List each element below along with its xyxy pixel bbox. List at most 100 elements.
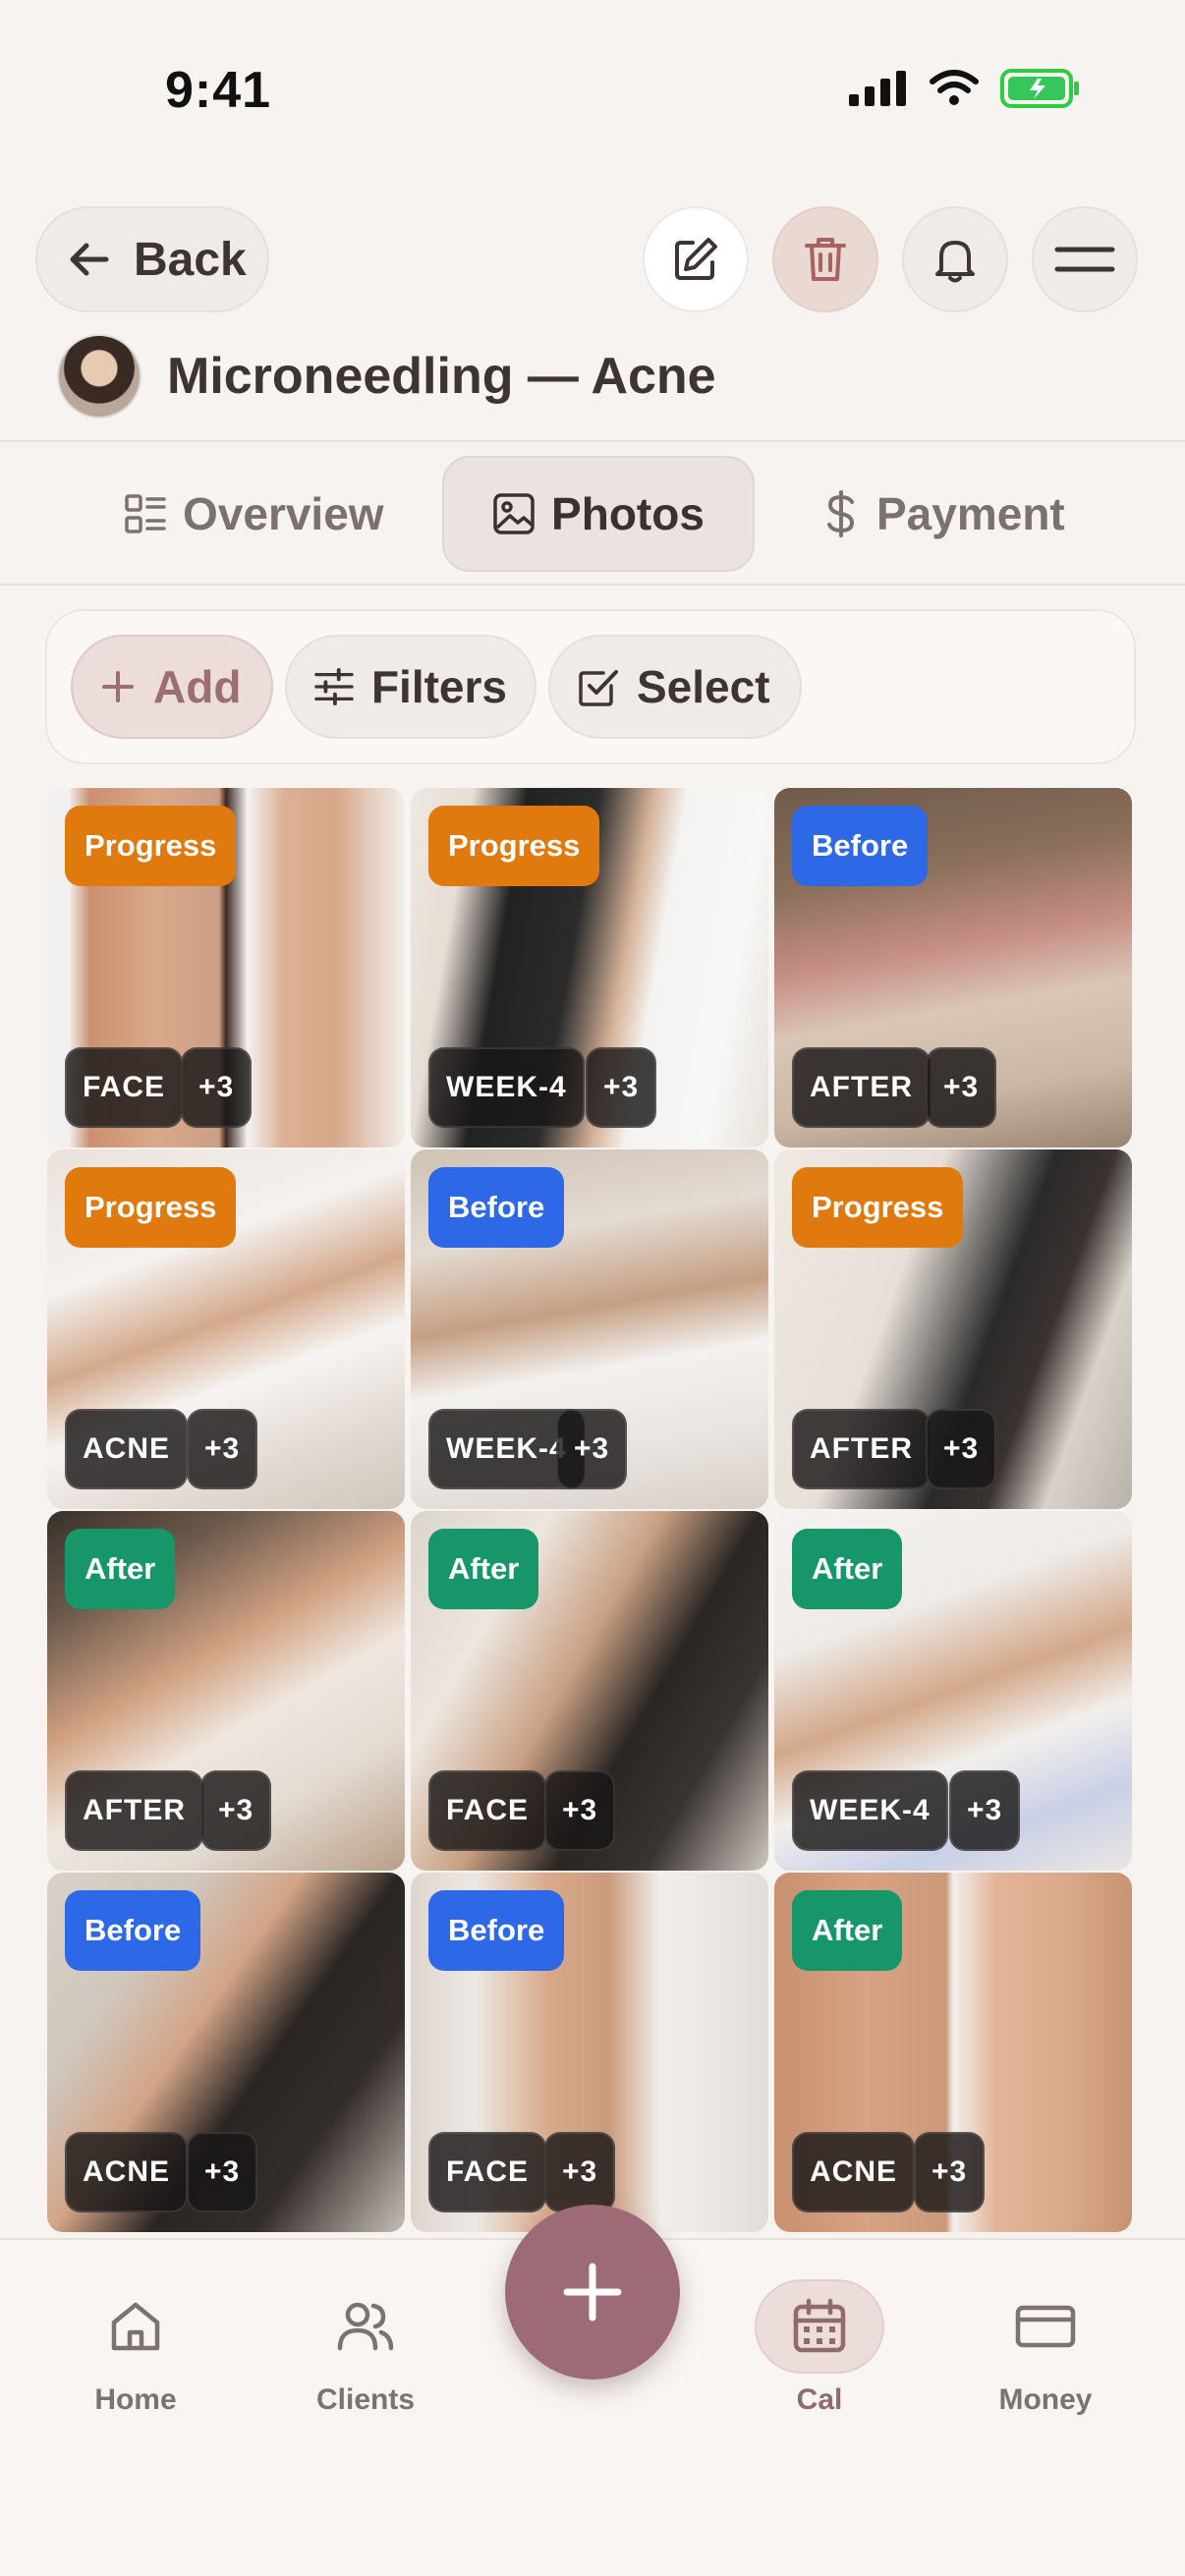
status-badge: Progress — [428, 806, 600, 886]
page-title: Microneedling — Acne — [167, 348, 716, 405]
filters-label: Filters — [370, 661, 507, 712]
photo-more-count: +3 — [926, 1409, 997, 1489]
filters-button[interactable]: Filters — [285, 635, 536, 739]
photo-tag: FACE — [428, 1770, 547, 1851]
photo-tile[interactable]: After FACE +3 — [411, 1511, 768, 1871]
photo-tile[interactable]: Progress WEEK-4 +3 — [411, 788, 768, 1148]
select-button[interactable]: Select — [548, 635, 802, 739]
status-badge: Progress — [65, 1167, 237, 1248]
photo-tile[interactable]: After WEEK-4 +3 — [774, 1511, 1132, 1871]
users-icon — [337, 2302, 394, 2351]
photo-more-count: +3 — [949, 1770, 1021, 1851]
tab-photos-label: Photos — [551, 488, 705, 539]
nav-home-label: Home — [94, 2383, 177, 2416]
photo-tile[interactable]: Before FACE +3 — [411, 1873, 768, 2232]
edit-button[interactable] — [643, 206, 749, 312]
nav-money[interactable]: Money — [957, 2279, 1134, 2417]
notifications-button[interactable] — [902, 206, 1008, 312]
photo-tag: ACNE — [65, 1409, 189, 1489]
photo-tile[interactable]: Before ACNE +3 — [47, 1873, 405, 2232]
status-icons — [849, 69, 1081, 108]
delete-button[interactable] — [772, 206, 878, 312]
add-label: Add — [153, 661, 242, 712]
photo-more-count: +3 — [544, 2132, 616, 2212]
plus-icon — [563, 2263, 622, 2322]
nav-money-label: Money — [998, 2383, 1093, 2416]
photo-tile[interactable]: Progress FACE +3 — [47, 788, 405, 1148]
tab-overview-label: Overview — [183, 488, 384, 539]
photo-tag: WEEK-4 — [428, 1047, 585, 1128]
photo-tile[interactable]: Progress ACNE +3 — [47, 1149, 405, 1509]
status-badge: Before — [65, 1890, 201, 1971]
tab-overview[interactable]: Overview — [124, 456, 384, 572]
photo-tag: FACE — [428, 2132, 547, 2212]
status-badge: Progress — [65, 806, 237, 886]
photo-tile[interactable]: Progress AFTER +3 — [774, 1149, 1132, 1509]
select-label: Select — [637, 661, 770, 712]
status-time: 9:41 — [165, 62, 272, 119]
avatar — [57, 334, 141, 419]
photo-tag: ACNE — [792, 2132, 916, 2212]
nav-icon-wrap — [71, 2279, 200, 2374]
nav-icon-wrap — [981, 2279, 1110, 2374]
fab-add-button[interactable] — [505, 2205, 680, 2380]
back-label: Back — [134, 233, 247, 286]
photo-more-count: +3 — [200, 1770, 272, 1851]
photo-tile[interactable]: After AFTER +3 — [47, 1511, 405, 1871]
calendar-icon — [793, 2298, 846, 2353]
photo-icon — [493, 493, 535, 534]
divider — [0, 584, 1185, 586]
photo-tag: WEEK-4 — [792, 1770, 948, 1851]
photo-more-count: +3 — [926, 1047, 997, 1128]
bell-icon — [935, 241, 975, 283]
title-row: Microneedling — Acne — [57, 334, 716, 419]
photo-tile[interactable]: After ACNE +3 — [774, 1873, 1132, 2232]
status-badge: Before — [792, 806, 929, 886]
status-badge: After — [792, 1890, 903, 1971]
checkbox-icon — [579, 670, 618, 706]
photo-tag: AFTER — [792, 1409, 931, 1489]
overview-icon — [125, 494, 166, 533]
nav-home[interactable]: Home — [47, 2279, 224, 2417]
photo-more-count: +3 — [187, 2132, 258, 2212]
photo-tag: AFTER — [65, 1770, 203, 1851]
status-bar: 9:41 — [0, 0, 1185, 187]
photo-more-count: +3 — [556, 1409, 628, 1489]
nav-cal[interactable]: Cal — [731, 2279, 908, 2417]
photo-toolbar: Add Filters Select — [45, 609, 1136, 764]
edit-icon — [675, 238, 717, 280]
status-badge: Before — [428, 1167, 565, 1248]
dollar-icon — [827, 490, 855, 537]
photo-more-count: +3 — [187, 1409, 258, 1489]
card-icon — [1015, 2305, 1076, 2348]
trash-icon — [805, 238, 846, 281]
arrow-left-icon — [70, 243, 109, 276]
nav-clients-label: Clients — [315, 2383, 416, 2416]
sliders-icon — [314, 667, 354, 706]
photo-tile[interactable]: Before WEEK-4 +3 — [411, 1149, 768, 1509]
status-badge: After — [428, 1529, 539, 1609]
signal-icon — [849, 71, 906, 106]
menu-button[interactable] — [1032, 206, 1138, 312]
nav-clients[interactable]: Clients — [277, 2279, 454, 2417]
home-icon — [111, 2302, 160, 2351]
photo-tag: ACNE — [65, 2132, 189, 2212]
photo-tag: AFTER — [792, 1047, 931, 1128]
status-badge: After — [65, 1529, 176, 1609]
photo-more-count: +3 — [914, 2132, 986, 2212]
photo-tile[interactable]: Before AFTER +3 — [774, 788, 1132, 1148]
status-badge: After — [792, 1529, 903, 1609]
back-button[interactable]: Back — [35, 206, 269, 312]
divider — [0, 440, 1185, 442]
wifi-icon — [930, 70, 979, 105]
menu-icon — [1054, 247, 1115, 272]
status-badge: Progress — [792, 1167, 964, 1248]
add-button[interactable]: Add — [71, 635, 273, 739]
photo-tag: FACE — [65, 1047, 184, 1128]
tab-photos[interactable]: Photos — [442, 456, 755, 572]
photo-more-count: +3 — [181, 1047, 253, 1128]
photo-more-count: +3 — [544, 1770, 616, 1851]
nav-cal-label: Cal — [796, 2383, 843, 2416]
tab-payment[interactable]: Payment — [821, 456, 1065, 572]
status-badge: Before — [428, 1890, 565, 1971]
